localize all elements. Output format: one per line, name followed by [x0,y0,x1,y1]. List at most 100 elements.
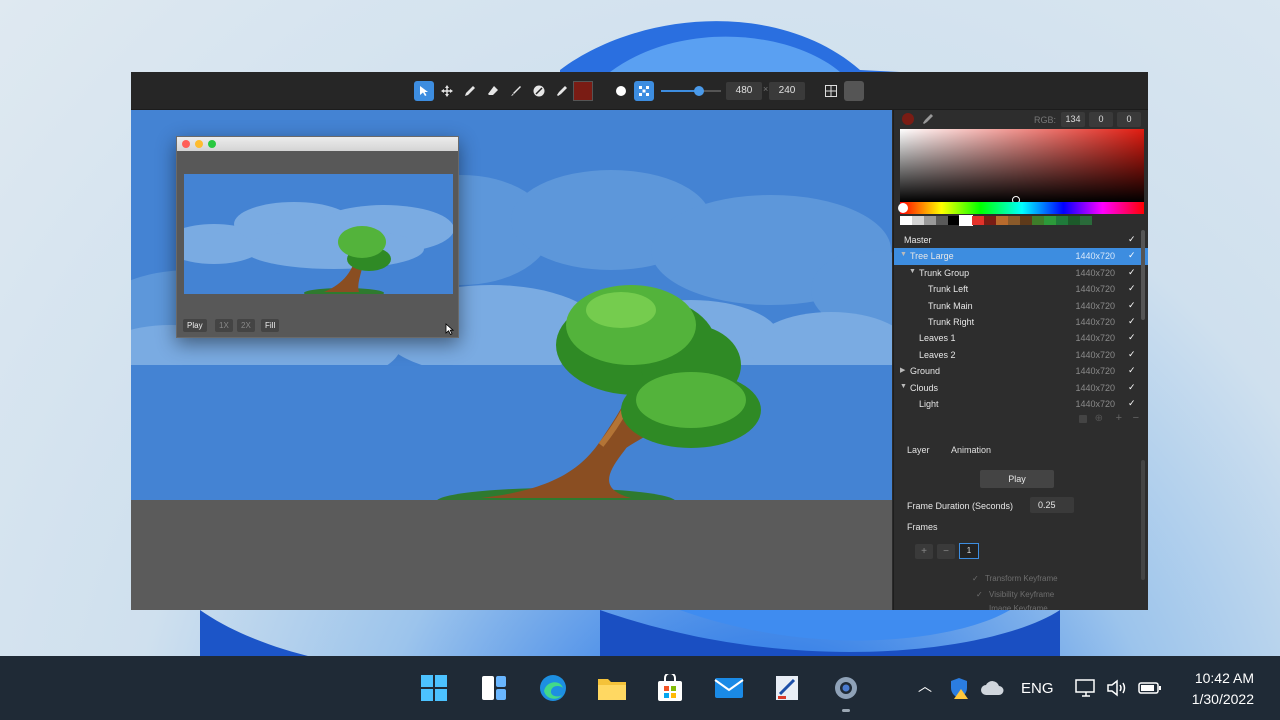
color-swatch[interactable] [924,216,936,225]
brush-icon[interactable] [506,81,526,101]
brush-size-slider[interactable] [661,86,721,96]
saturation-value-picker[interactable] [900,129,1144,204]
layer-master[interactable]: Master ✓ [894,232,1148,248]
volume-icon[interactable] [1103,672,1131,704]
remove-frame-button[interactable]: − [937,544,955,559]
visibility-check-icon[interactable]: ✓ [1128,366,1137,375]
visibility-check-icon[interactable]: ✓ [1128,349,1137,359]
close-icon[interactable] [182,140,190,148]
preview-fill-button[interactable]: Fill [261,319,280,332]
chevron-up-icon[interactable]: ︿ [918,676,932,696]
layer-row[interactable]: Light 1440x720 ✓ [894,396,1148,412]
round-brush-icon[interactable] [611,81,631,101]
preview-play-button[interactable]: Play [183,319,207,332]
security-warning-icon[interactable] [946,672,972,704]
color-swatch[interactable] [1044,216,1056,225]
frame-duration-field[interactable]: 0.25 [1030,497,1074,513]
visibility-keyframe-label[interactable]: Visibility Keyframe [989,590,1054,599]
preview-titlebar[interactable] [177,137,458,151]
layers-scrollbar[interactable] [1141,230,1145,320]
visibility-check-icon[interactable]: ✓ [1128,382,1137,392]
collapse-icon[interactable]: ▼ [900,251,907,258]
visibility-check-icon[interactable]: ✓ [1128,251,1137,260]
add-frame-button[interactable]: + [915,544,933,559]
canvas-height-field[interactable]: 240 [769,82,805,100]
color-swatch[interactable] [936,216,948,225]
color-swatch[interactable] [900,216,912,225]
onedrive-icon[interactable] [978,672,1006,704]
color-swatch[interactable] [1020,216,1032,225]
pencil-icon[interactable] [460,81,480,101]
transform-keyframe-label[interactable]: Transform Keyframe [985,574,1058,583]
start-icon[interactable] [418,672,450,704]
add-layer-icon[interactable]: + [1116,412,1122,424]
group-layer-icon[interactable]: ⊕ [1095,413,1103,424]
pointer-icon[interactable] [414,81,434,101]
file-explorer-icon[interactable] [596,672,628,704]
color-swatch[interactable] [1032,216,1044,225]
preview-2x-button[interactable]: 2X [237,319,255,332]
color-swatch[interactable] [1056,216,1068,225]
frame-cell[interactable]: 1 [959,543,979,559]
layer-row[interactable]: Leaves 2 1440x720 ✓ [894,347,1148,363]
slider-knob[interactable] [694,86,704,96]
animation-play-button[interactable]: Play [980,470,1054,488]
fill-icon[interactable] [529,81,549,101]
tab-animation[interactable]: Animation [951,445,991,455]
language-indicator[interactable]: ENG [1021,680,1054,697]
color-swatch[interactable] [1068,216,1080,225]
color-swatch[interactable] [1008,216,1020,225]
layer-row[interactable]: ▼ Tree Large 1440x720 ✓ [894,248,1148,265]
minimize-icon[interactable] [195,140,203,148]
visibility-check-icon[interactable]: ✓ [1128,398,1137,408]
visibility-check-icon[interactable]: ✓ [1128,333,1137,342]
color-swatch[interactable] [984,216,996,225]
layer-row[interactable]: ▼ Clouds 1440x720 ✓ [894,380,1148,396]
tab-layer[interactable]: Layer [907,445,930,455]
red-value-field[interactable]: 134 [1061,112,1085,127]
color-swatch[interactable] [1080,216,1092,225]
green-value-field[interactable]: 0 [1089,112,1113,127]
image-keyframe-label[interactable]: Image Keyframe [989,604,1048,610]
visibility-check-icon[interactable]: ✓ [1128,316,1137,326]
maximize-icon[interactable] [208,140,216,148]
eyedropper-icon[interactable] [552,81,572,101]
expand-icon[interactable]: ▶ [900,366,905,374]
clock[interactable]: 10:42 AM 1/30/2022 [1192,668,1254,710]
color-swatch[interactable] [996,216,1008,225]
blue-value-field[interactable]: 0 [1117,112,1141,127]
layer-row[interactable]: Leaves 1 1440x720 ✓ [894,330,1148,346]
layer-row[interactable]: ▼ Trunk Group 1440x720 ✓ [894,265,1148,281]
edge-icon[interactable] [537,672,569,704]
layer-row[interactable]: ▶ Ground 1440x720 ✓ [894,363,1148,379]
paint-icon[interactable] [771,672,803,704]
visibility-check-icon[interactable]: ✓ [1128,300,1137,310]
hue-slider[interactable] [898,202,1144,214]
hue-knob[interactable] [898,203,908,213]
color-swatch[interactable] [972,216,984,225]
preview-window[interactable]: Play 1X 2X Fill [176,136,459,338]
collapse-icon[interactable]: ▼ [900,383,907,390]
visibility-check-icon[interactable]: ✓ [1128,235,1137,244]
store-icon[interactable] [654,672,686,704]
collapse-icon[interactable]: ▼ [909,268,916,275]
move-icon[interactable] [437,81,457,101]
mail-icon[interactable] [713,672,745,704]
color-preview-dot[interactable] [902,113,914,125]
color-swatch[interactable] [948,216,960,225]
layer-row[interactable]: Trunk Left 1440x720 ✓ [894,281,1148,297]
widgets-icon[interactable] [478,672,510,704]
duplicate-layer-icon[interactable] [1079,415,1087,424]
visibility-check-icon[interactable]: ✓ [1128,267,1137,277]
layer-row[interactable]: Trunk Right 1440x720 ✓ [894,314,1148,330]
eyedropper-icon[interactable] [922,113,934,125]
layer-row[interactable]: Trunk Main 1440x720 ✓ [894,298,1148,314]
preview-1x-button[interactable]: 1X [215,319,233,332]
settings-icon[interactable] [830,672,862,704]
grid-icon[interactable] [821,81,841,101]
remove-layer-icon[interactable]: − [1133,412,1139,424]
current-color-swatch[interactable] [573,81,593,101]
animation-scrollbar[interactable] [1141,460,1145,580]
color-swatch[interactable] [959,215,973,226]
background-toggle-icon[interactable] [844,81,864,101]
